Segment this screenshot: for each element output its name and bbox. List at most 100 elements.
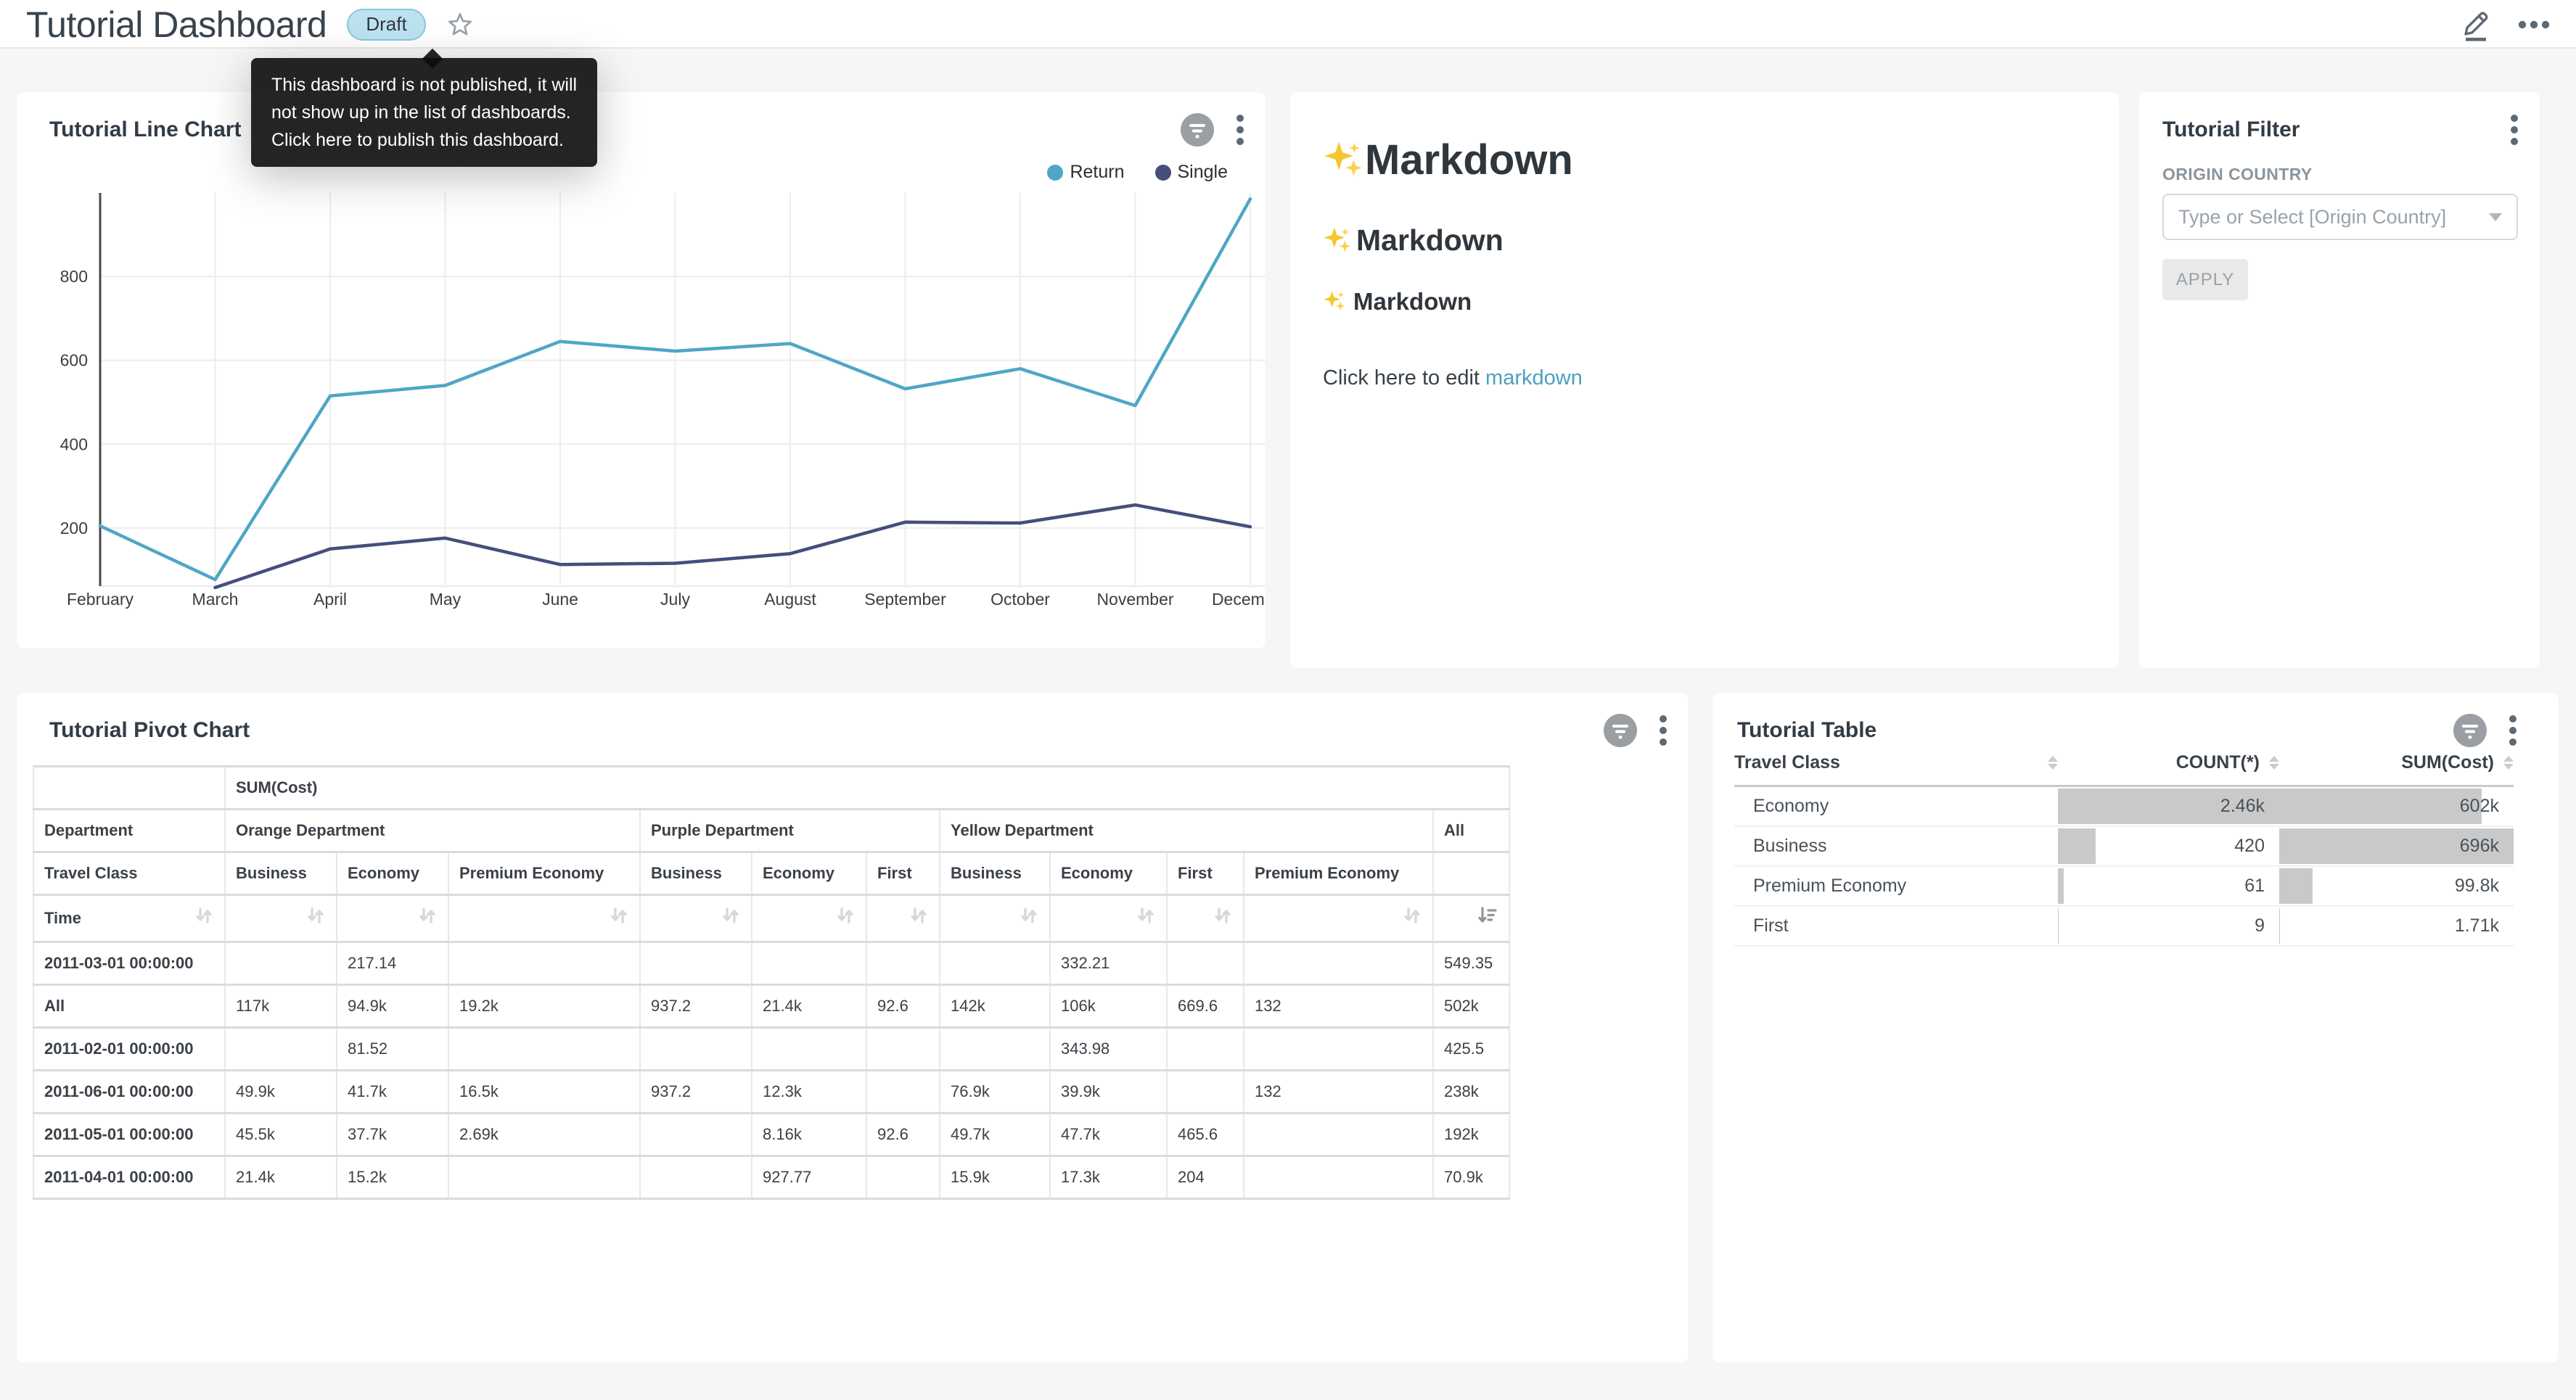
pivot-column-group-header: All (1433, 810, 1509, 852)
pivot-value-cell: 343.98 (1050, 1028, 1167, 1071)
table-row: Economy2.46k602k (1734, 786, 2514, 827)
pivot-value-cell (225, 1028, 337, 1071)
applied-filters-badge-icon[interactable] (1180, 112, 1215, 147)
sort-icon[interactable] (1213, 911, 1233, 929)
sparkles-icon (1323, 226, 1352, 255)
pivot-value-cell: 92.6 (866, 985, 940, 1028)
pivot-metric-header: SUM(Cost) (225, 767, 1509, 810)
tooltip-line: This dashboard is not published, it will (271, 71, 577, 99)
pivot-corner-cell (33, 767, 225, 810)
pivot-column-header: Business (225, 852, 337, 895)
table-row: First91.71k (1734, 906, 2514, 946)
sort-icon[interactable] (908, 911, 929, 929)
pivot-column-header: Business (640, 852, 752, 895)
applied-filters-badge-icon[interactable] (2453, 713, 2487, 748)
pivot-card-title: Tutorial Pivot Chart (49, 718, 250, 743)
applied-filters-badge-icon[interactable] (1603, 713, 1638, 748)
sort-icon-active[interactable] (1477, 911, 1498, 929)
legend-label-single: Single (1178, 162, 1228, 183)
sort-icon (2503, 756, 2514, 770)
chart-kebab-menu-icon[interactable] (1235, 112, 1245, 147)
legend-dot-single (1155, 165, 1171, 181)
pivot-value-cell: 2.69k (448, 1113, 640, 1156)
pivot-value-cell: 41.7k (337, 1071, 448, 1113)
edit-dashboard-icon[interactable] (2461, 8, 2491, 41)
origin-country-select[interactable]: Type or Select [Origin Country] (2162, 194, 2518, 240)
pivot-value-cell: 8.16k (752, 1113, 866, 1156)
pivot-value-cell: 21.4k (752, 985, 866, 1028)
table-row: Premium Economy6199.8k (1734, 866, 2514, 906)
pivot-row-label: 2011-02-01 00:00:00 (33, 1028, 225, 1071)
pivot-value-cell: 49.7k (940, 1113, 1050, 1156)
cell-bar (2058, 908, 2059, 944)
draft-badge[interactable]: Draft (347, 9, 425, 41)
table-column-header[interactable]: SUM(Cost) (2279, 752, 2514, 786)
pivot-value-cell (1167, 942, 1244, 985)
pivot-value-cell (640, 942, 752, 985)
sort-icon[interactable] (1136, 911, 1156, 929)
pivot-value-cell: 502k (1433, 985, 1509, 1028)
tutorial-table: Travel ClassCOUNT(*)SUM(Cost)Economy2.46… (1734, 752, 2514, 947)
chart-kebab-menu-icon[interactable] (2508, 713, 2518, 748)
sort-icon[interactable] (835, 911, 856, 929)
pivot-value-cell: 70.9k (1433, 1156, 1509, 1199)
table-column-header[interactable]: COUNT(*) (2058, 752, 2279, 786)
y-axis-tick-label: 600 (60, 351, 88, 370)
chart-kebab-menu-icon[interactable] (1658, 713, 1668, 748)
sort-icon[interactable] (417, 911, 438, 929)
origin-country-placeholder: Type or Select [Origin Country] (2178, 206, 2446, 228)
sort-icon[interactable] (305, 911, 326, 929)
pivot-sort-cell (1433, 895, 1509, 942)
sort-icon[interactable] (1019, 911, 1039, 929)
pivot-column-header: Premium Economy (448, 852, 640, 895)
pivot-value-cell (448, 1028, 640, 1071)
pivot-department-label: Department (33, 810, 225, 852)
markdown-paragraph: Click here to edit markdown (1323, 366, 2090, 390)
series-line-single (216, 505, 1251, 588)
pivot-sort-cell (337, 895, 448, 942)
pivot-row-label: All (33, 985, 225, 1028)
pivot-value-cell: 47.7k (1050, 1113, 1167, 1156)
tooltip-line: not show up in the list of dashboards. (271, 99, 577, 126)
pivot-value-cell: 12.3k (752, 1071, 866, 1113)
legend-item-single[interactable]: Single (1155, 162, 1228, 183)
filter-kebab-menu-icon[interactable] (2509, 112, 2519, 147)
legend-item-return[interactable]: Return (1047, 162, 1124, 183)
x-axis-tick-label: April (313, 590, 347, 609)
pivot-value-cell (866, 942, 940, 985)
metric-cell: 602k (2279, 786, 2514, 827)
cell-bar (2058, 828, 2096, 864)
sort-icon[interactable] (194, 905, 214, 931)
markdown-edit-link[interactable]: markdown (1485, 366, 1583, 390)
sort-icon (2269, 756, 2279, 770)
sort-icon[interactable] (1402, 911, 1422, 929)
pivot-value-cell: 92.6 (866, 1113, 940, 1156)
metric-cell: 9 (2058, 906, 2279, 946)
pivot-row-label: 2011-06-01 00:00:00 (33, 1071, 225, 1113)
pivot-value-cell: 117k (225, 985, 337, 1028)
markdown-heading-1: Markdown (1323, 136, 2090, 184)
pivot-card-header: Tutorial Pivot Chart (49, 713, 1668, 748)
favorite-star-icon[interactable] (446, 11, 474, 38)
pivot-column-header: Premium Economy (1244, 852, 1433, 895)
apply-filter-button[interactable]: APPLY (2162, 259, 2248, 300)
pivot-column-header: First (866, 852, 940, 895)
y-axis-tick-label: 400 (60, 435, 88, 453)
pivot-value-cell (640, 1156, 752, 1199)
sort-icon[interactable] (609, 911, 629, 929)
more-actions-icon[interactable] (2517, 20, 2551, 30)
pivot-value-cell: 15.2k (337, 1156, 448, 1199)
metric-cell: 61 (2058, 866, 2279, 906)
x-axis-tick-label: June (542, 590, 578, 609)
line-chart-plot: 200400600800FebruaryMarchAprilMayJuneJul… (17, 186, 1266, 622)
x-axis-tick-label: February (67, 590, 134, 609)
pivot-value-cell: 549.35 (1433, 942, 1509, 985)
sort-icon[interactable] (721, 911, 741, 929)
x-axis-tick-label: May (430, 590, 462, 609)
table-column-header[interactable]: Travel Class (1734, 752, 2058, 786)
pivot-sort-cell (752, 895, 866, 942)
pivot-value-cell (866, 1156, 940, 1199)
pivot-value-cell (1167, 1028, 1244, 1071)
draft-tooltip: This dashboard is not published, it will… (251, 58, 597, 167)
travel-class-cell: Business (1734, 826, 2058, 866)
